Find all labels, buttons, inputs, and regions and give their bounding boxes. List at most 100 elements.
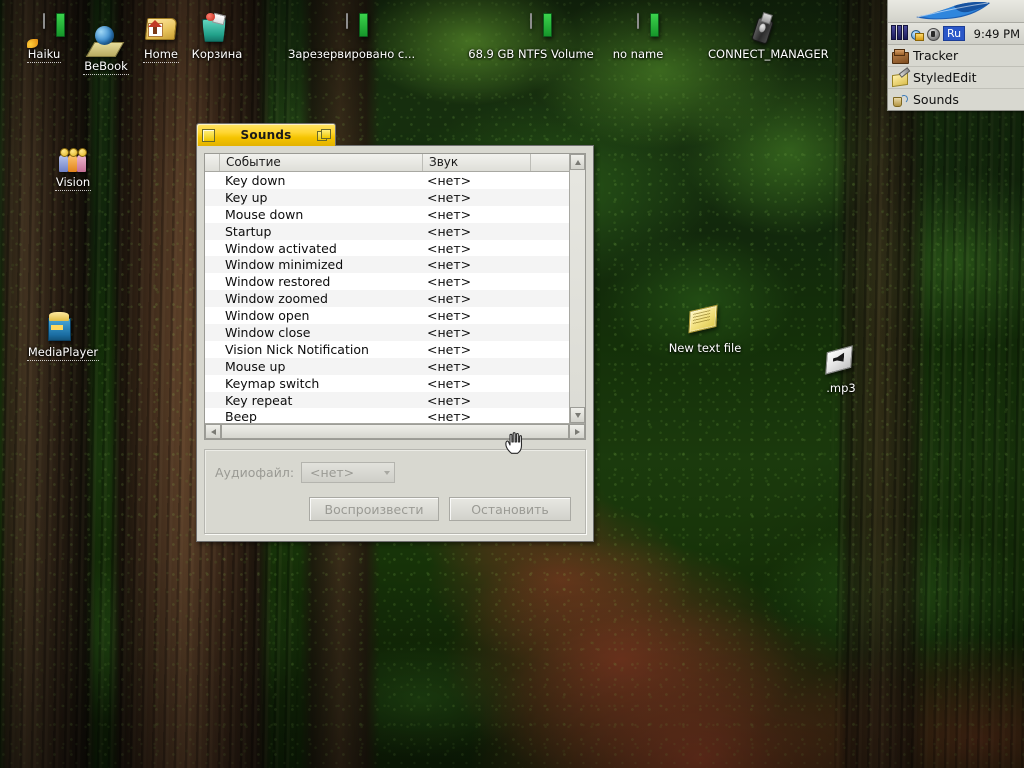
stop-button[interactable]: Остановить: [449, 497, 571, 521]
clock[interactable]: 9:49 PM: [974, 27, 1022, 41]
desktop-icon-vision[interactable]: Vision: [25, 142, 121, 191]
vertical-scroll-track[interactable]: [570, 170, 585, 407]
desktop-icon-trash[interactable]: Корзина: [169, 12, 265, 62]
haiku-leaf-icon: [916, 2, 990, 20]
column-header-event[interactable]: Событие: [220, 154, 423, 171]
tracker-icon: [892, 48, 909, 64]
mp3-file-icon: [825, 348, 857, 380]
cell-event: Vision Nick Notification: [225, 341, 369, 357]
zoom-icon[interactable]: [317, 129, 331, 141]
keymap-badge[interactable]: Ru: [943, 26, 966, 41]
horizontal-scrollbar[interactable]: [205, 423, 585, 439]
vision-people-icon: [57, 142, 89, 174]
audiofile-select[interactable]: <нет>: [301, 462, 396, 483]
cell-sound: <нет>: [427, 341, 472, 357]
cell-event: Startup: [225, 223, 272, 239]
cell-event: Window restored: [225, 274, 331, 290]
list-rows[interactable]: Key down <нет> Key up <нет> Mouse down <нет> S…: [205, 172, 569, 423]
table-row[interactable]: Key down <нет>: [205, 172, 569, 189]
playback-button-row: Воспроизвести Остановить: [215, 497, 573, 521]
event-list[interactable]: Событие Звук Key down <нет> Key up <нет> Mou…: [204, 153, 586, 440]
table-row[interactable]: Mouse up <нет>: [205, 357, 569, 375]
desktop-icon-label: New text file: [668, 341, 742, 355]
table-row[interactable]: Key repeat <нет>: [205, 391, 569, 409]
window-tab[interactable]: Sounds: [196, 123, 336, 146]
cell-sound: <нет>: [427, 172, 472, 188]
list-column-headers: Событие Звук: [205, 154, 569, 172]
desktop-icon-label: 68.9 GB NTFS Volume: [468, 47, 594, 61]
desktop-icon-label: .mp3: [826, 381, 856, 395]
desktop-icon-label: Корзина: [191, 47, 243, 61]
table-row[interactable]: Vision Nick Notification <нет>: [205, 340, 569, 358]
deskbar-item-sounds[interactable]: Sounds: [888, 89, 1024, 110]
table-row[interactable]: Key up <нет>: [205, 188, 569, 206]
deskbar-logo-area[interactable]: [888, 0, 1024, 23]
deskbar[interactable]: Ru 9:49 PM Tracker StyledEdit Sounds: [887, 0, 1024, 111]
deskbar-item-label: Sounds: [913, 92, 959, 107]
desktop-icon-label: Haiku: [26, 47, 62, 63]
window-titlebar[interactable]: Sounds: [196, 123, 594, 146]
table-row[interactable]: Mouse down <нет>: [205, 205, 569, 223]
network-status-icon[interactable]: [910, 27, 924, 41]
cell-sound: <нет>: [427, 308, 472, 324]
cell-event: Mouse down: [225, 206, 304, 222]
desktop-icon-no-name[interactable]: no name: [590, 13, 686, 62]
desktop-icon-label: Vision: [54, 175, 92, 191]
scroll-left-button[interactable]: [205, 424, 221, 439]
desktop-icon-label: CONNECT_MANAGER: [708, 47, 829, 61]
cpu-meter-icon[interactable]: [891, 25, 908, 40]
deskbar-item-label: StyledEdit: [913, 70, 977, 85]
table-row[interactable]: Beep <нет>: [205, 408, 569, 423]
desktop-icon-connect-manager[interactable]: CONNECT_MANAGER: [707, 14, 829, 62]
desktop[interactable]: Haiku BeBook Home Корзина Зарезервирован…: [0, 0, 1024, 768]
desktop-icon-reserved-volume[interactable]: Зарезервировано с...: [287, 13, 415, 62]
table-row[interactable]: Keymap switch <нет>: [205, 374, 569, 392]
desktop-icon-ntfs-volume[interactable]: 68.9 GB NTFS Volume: [465, 13, 597, 62]
cell-event: Keymap switch: [225, 375, 320, 391]
cell-sound: <нет>: [427, 409, 472, 423]
horizontal-scroll-thumb[interactable]: [221, 424, 569, 439]
scroll-right-button[interactable]: [569, 424, 585, 439]
cell-event: Window activated: [225, 240, 337, 256]
cell-event: Beep: [225, 409, 257, 423]
table-row[interactable]: Window close <нет>: [205, 324, 569, 341]
sounds-window[interactable]: Sounds Событие Звук Key down <нет> Key up <…: [196, 123, 594, 542]
play-button[interactable]: Воспроизвести: [309, 497, 439, 521]
cell-sound: <нет>: [427, 189, 472, 205]
window-body: Событие Звук Key down <нет> Key up <нет> Mou…: [196, 145, 594, 542]
close-icon[interactable]: [202, 128, 215, 142]
cell-event: Window minimized: [225, 257, 344, 273]
cell-event: Mouse up: [225, 358, 286, 374]
table-row[interactable]: Startup <нет>: [205, 222, 569, 240]
disk-volume-icon: [515, 13, 547, 46]
deskbar-item-tracker[interactable]: Tracker: [888, 45, 1024, 67]
disk-volume-icon: [331, 13, 363, 46]
table-row[interactable]: Window open <нет>: [205, 307, 569, 325]
column-header-pad: [531, 154, 569, 171]
cell-sound: <нет>: [427, 274, 472, 290]
column-header-sound[interactable]: Звук: [423, 154, 531, 171]
table-row[interactable]: Window activated <нет>: [205, 239, 569, 257]
scroll-up-button[interactable]: [570, 154, 585, 170]
cell-event: Key repeat: [225, 392, 293, 408]
desktop-icon-new-text-file[interactable]: New text file: [657, 308, 753, 356]
table-row[interactable]: Window minimized <нет>: [205, 256, 569, 274]
scroll-down-button[interactable]: [570, 407, 585, 423]
desktop-icon-mediaplayer[interactable]: MediaPlayer: [15, 312, 111, 361]
styledit-icon: [892, 70, 908, 86]
vertical-scrollbar[interactable]: [569, 154, 585, 423]
cell-sound: <нет>: [427, 324, 472, 340]
table-row[interactable]: Window zoomed <нет>: [205, 290, 569, 308]
deskbar-item-stylededit[interactable]: StyledEdit: [888, 67, 1024, 89]
volume-speaker-icon[interactable]: [926, 27, 940, 41]
cell-sound: <нет>: [427, 223, 472, 239]
trash-bin-icon: [201, 12, 233, 46]
deskbar-tray[interactable]: Ru 9:49 PM: [888, 23, 1024, 45]
disk-volume-icon: [28, 13, 60, 46]
table-row[interactable]: Window restored <нет>: [205, 273, 569, 291]
desktop-icon-mp3-file[interactable]: .mp3: [793, 348, 889, 396]
column-header-drag[interactable]: [205, 154, 220, 171]
desktop-icon-label: MediaPlayer: [26, 345, 100, 361]
deskbar-app-list: Tracker StyledEdit Sounds: [888, 45, 1024, 110]
mediaplayer-icon: [47, 312, 79, 344]
